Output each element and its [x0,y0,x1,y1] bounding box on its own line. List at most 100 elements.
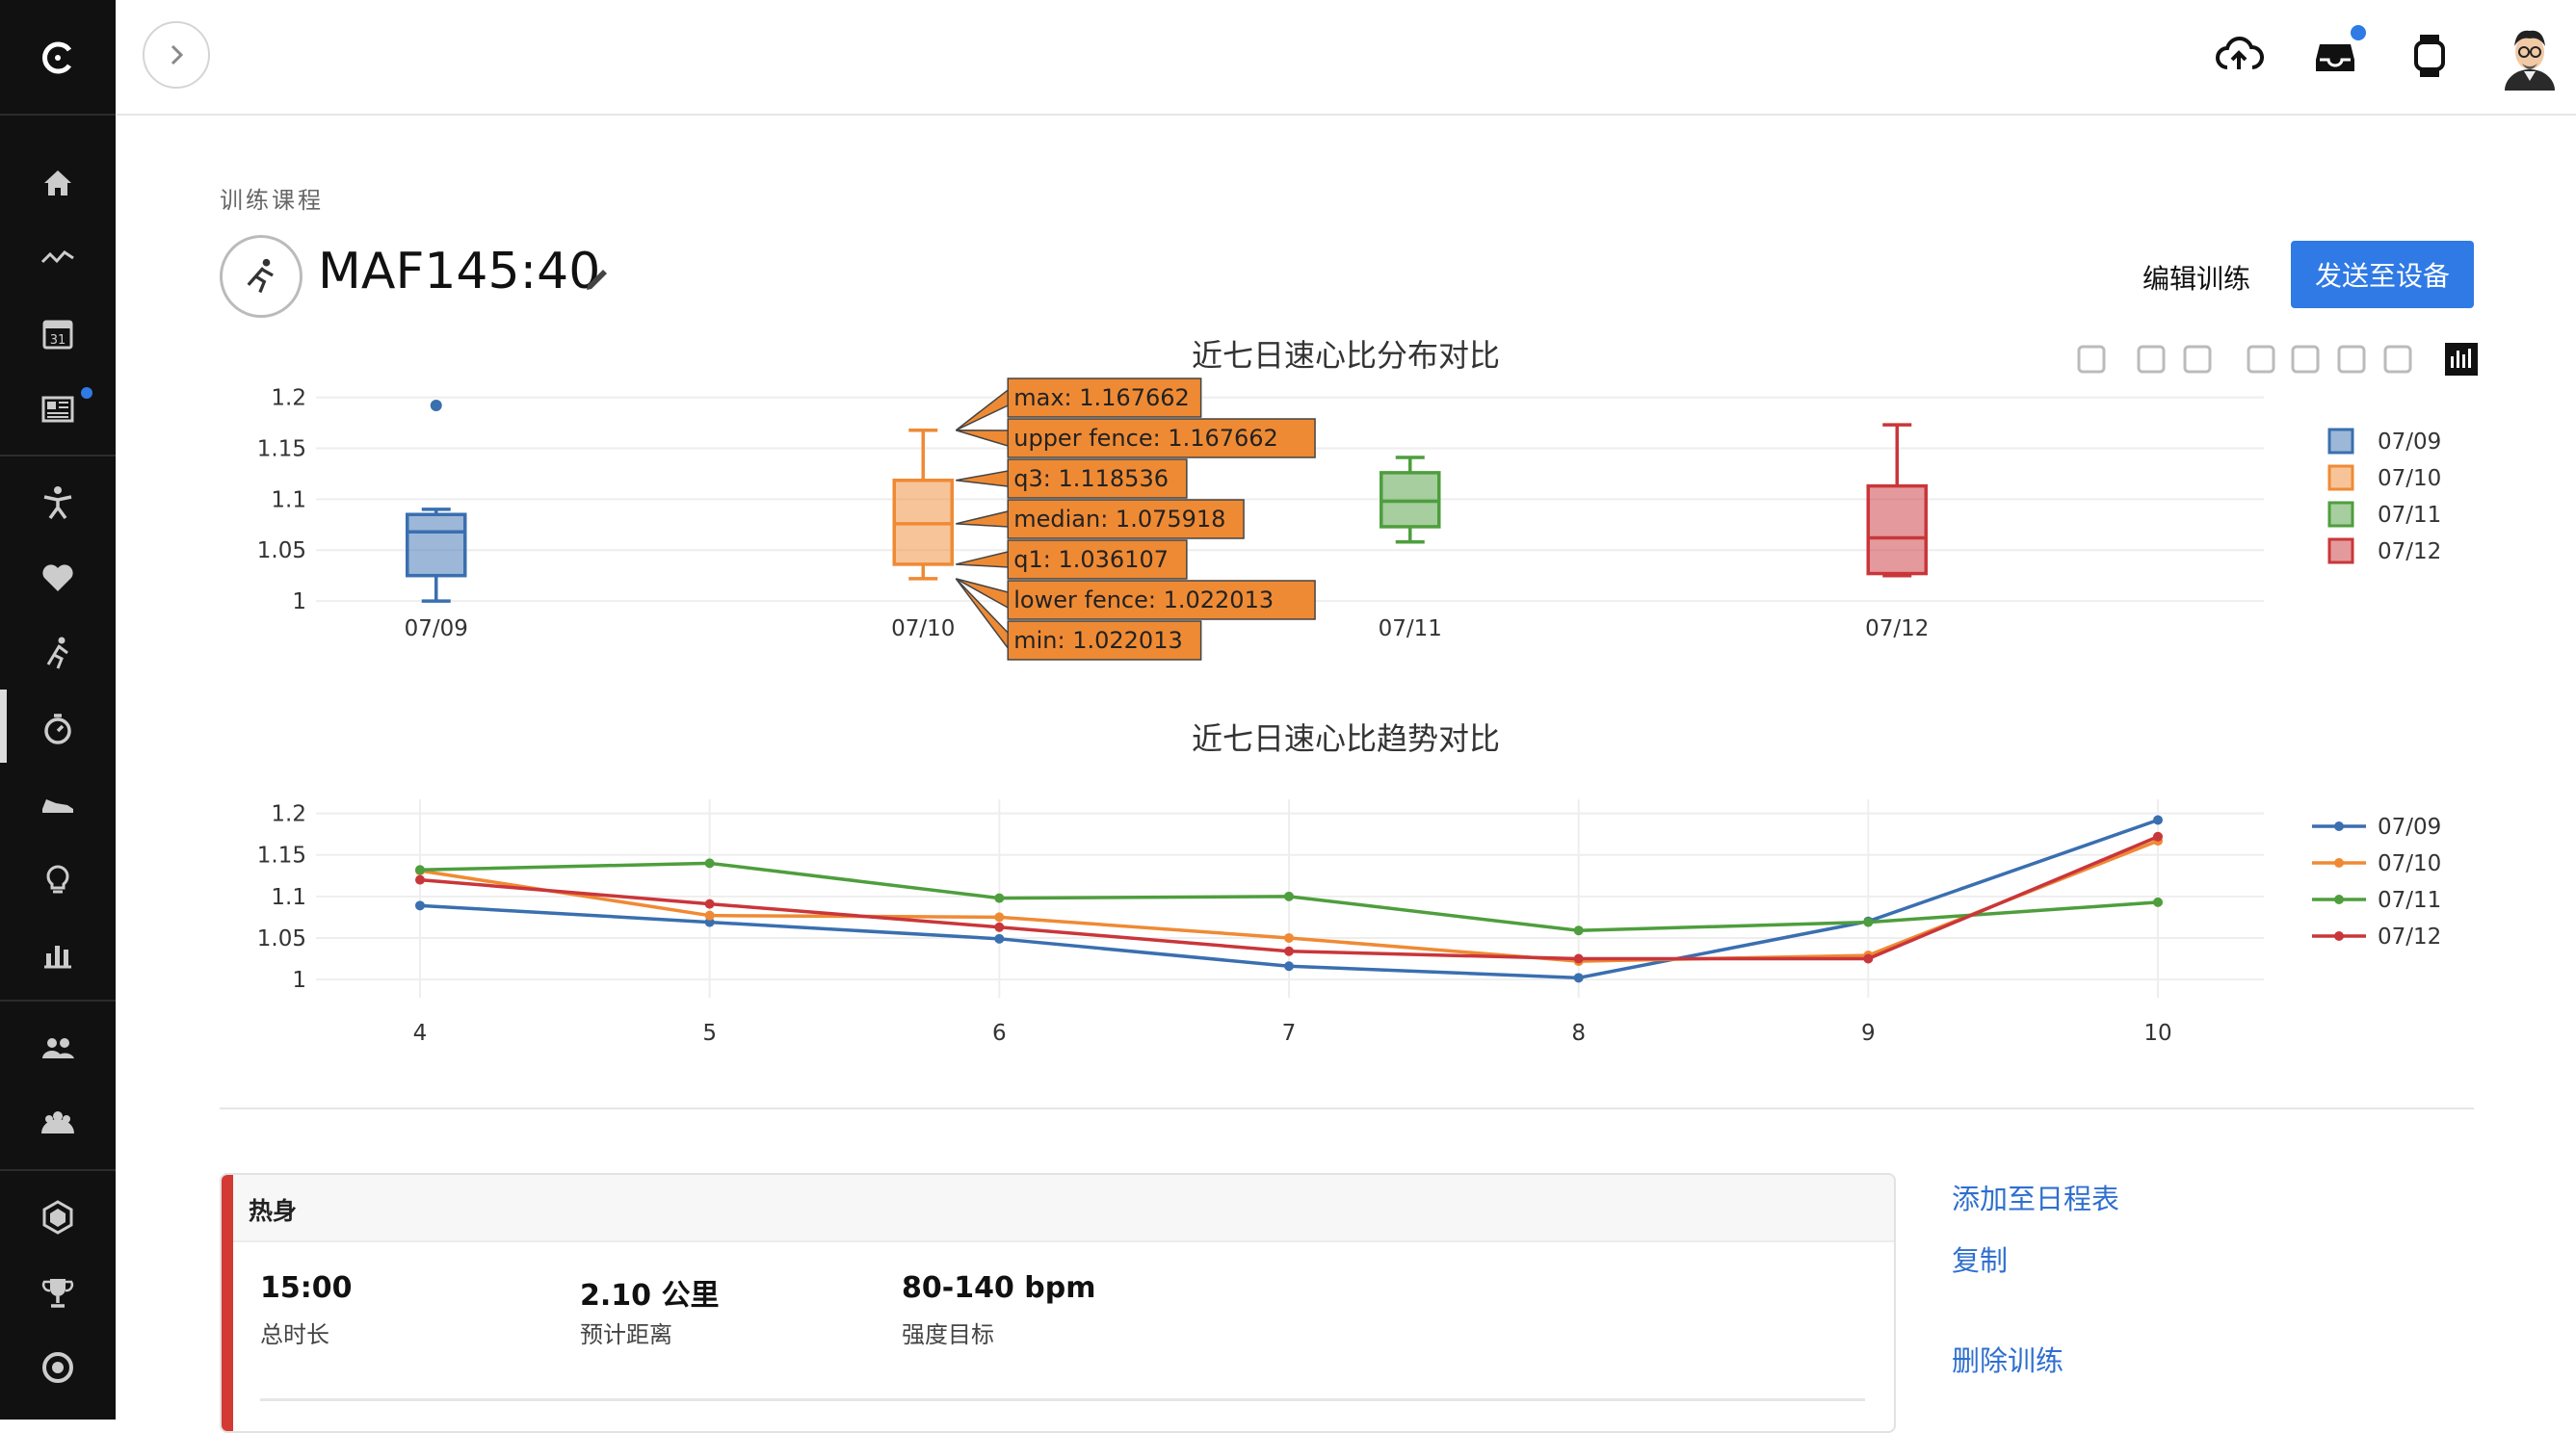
section-divider [220,1107,2474,1109]
camera-icon [2077,345,2106,374]
box-x-tick-label: 07/11 [1379,616,1442,641]
zoom-icon-shape [2137,345,2166,374]
line-point [994,893,1005,903]
box-iqr-07/09 [406,512,467,578]
hover-tooltip-pointer [956,430,1009,448]
line-point [1284,946,1294,956]
line-legend-label: 07/11 [2378,888,2441,913]
box-legend-label: 07/12 [2378,539,2441,564]
trophy-icon[interactable] [29,1265,87,1319]
line-point [1863,917,1874,927]
line-x-tick-label: 5 [702,1021,717,1046]
box-y-tick-label: 1.15 [257,436,306,461]
line-point [994,933,1005,944]
box-legend-swatch [2327,428,2354,455]
hover-tooltip-label: min: 1.022013 [1013,627,1183,654]
pan-icon-shape [2183,345,2212,374]
line-y-tick-label: 1 [292,968,306,993]
target-icon[interactable] [29,1341,87,1394]
line-point [994,922,1005,932]
line-x-tick-label: 9 [1861,1021,1876,1046]
zoom-in-icon [2247,345,2275,374]
line-legend-marker [2334,895,2344,904]
line-point [1573,953,1584,964]
hover-tooltip-label: q3: 1.118536 [1013,465,1169,492]
sidebar-divider [0,1169,116,1171]
plotly-logo-bg [2445,343,2478,376]
box-outlier-point [430,400,442,412]
line-point [704,910,715,921]
box-y-tick-label: 1.2 [271,386,306,411]
line-point [415,874,425,885]
pan-icon [2183,345,2212,374]
line-point [704,858,715,869]
line-point [2153,815,2163,825]
hover-tooltip: q1: 1.036107 [956,539,1188,580]
plotly-logo-bar [2468,349,2471,368]
hover-tooltip: median: 1.075918 [956,499,1245,539]
delete-workout-link[interactable]: 删除训练 [1952,1339,2063,1379]
copy-link[interactable]: 复制 [1952,1238,2008,1279]
hover-tooltip-pointer [956,551,1009,568]
box-y-tick-label: 1.1 [271,487,306,512]
line-legend-marker [2334,931,2344,941]
hover-tooltip-label: median: 1.075918 [1013,506,1225,533]
charts-area: 近七日速心比分布对比11.051.11.151.207/09 07/10 07/11… [257,337,2478,1046]
line-x-tick-label: 4 [413,1021,428,1046]
line-point [1573,925,1584,936]
line-point [1284,961,1294,972]
line-chart-title: 近七日速心比趋势对比 [1192,720,1500,757]
plotly-logo-bar [2457,351,2459,368]
step-card-header [233,1175,1894,1242]
line-y-tick-label: 1.1 [271,885,306,910]
intensity-label: 强度目标 [902,1321,994,1348]
line-y-tick-label: 1.15 [257,844,306,869]
step-progress-line [260,1398,1865,1401]
add-to-calendar-link[interactable]: 添加至日程表 [1952,1177,2119,1217]
duration-value: 15:00 [260,1271,353,1305]
autoscale-icon [2337,345,2366,374]
line-legend-label: 07/10 [2378,851,2441,876]
line-point [704,899,715,909]
zoom-in-icon-shape [2247,345,2275,374]
line-y-tick-label: 1.2 [271,802,306,827]
line-point [1573,973,1584,983]
hover-tooltip-pointer [955,388,1009,431]
zoom-out-icon [2291,345,2320,374]
hover-tooltip: upper fence: 1.167662 [956,418,1316,458]
box-legend-label: 07/09 [2378,430,2441,455]
box-y-tick-label: 1 [292,589,306,614]
hover-tooltip-pointer [956,470,1009,487]
plotly-logo-bar [2451,356,2454,368]
line-chart: 近七日速心比趋势对比 1 1.05 1.1 1.15 1.2 4 5 6 7 8 9 10 07/09 07… [257,720,2442,1046]
line-x-tick-label: 6 [992,1021,1007,1046]
hover-tooltip-pointer [956,510,1009,528]
hover-tooltip-pointer [955,578,1009,610]
box-chart-title: 近七日速心比分布对比 [1192,337,1500,374]
line-x-tick-label: 8 [1571,1021,1586,1046]
line-legend-label: 07/09 [2378,815,2441,840]
line-point [1284,891,1294,901]
hover-tooltip-label: lower fence: 1.022013 [1013,586,1274,613]
line-point [1284,932,1294,943]
hover-tooltip-label: upper fence: 1.167662 [1013,425,1278,452]
box-x-tick-label: 07/09 [405,616,468,641]
box-x-tick-label: 07/10 [891,616,955,641]
line-point [415,865,425,875]
box-iqr-07/12 [1866,483,1928,576]
zoom-out-icon-shape [2291,345,2320,374]
hover-tooltip: lower fence: 1.022013 [955,578,1316,620]
hover-tooltip-label: q1: 1.036107 [1013,546,1169,573]
box-legend-label: 07/11 [2378,503,2441,528]
intensity-value: 80-140 bpm [902,1271,1096,1305]
zoom-icon [2137,345,2166,374]
box-legend-swatch [2327,537,2354,564]
line-y-tick-label: 1.05 [257,926,306,951]
line-point [1863,953,1874,964]
badge-icon[interactable] [29,1190,87,1244]
hover-tooltip-label: max: 1.167662 [1013,384,1190,411]
hover-tooltip: q3: 1.118536 [956,458,1188,499]
box-x-tick-label: 07/12 [1865,616,1929,641]
reset-icon-shape [2383,345,2412,374]
line-point [994,912,1005,923]
